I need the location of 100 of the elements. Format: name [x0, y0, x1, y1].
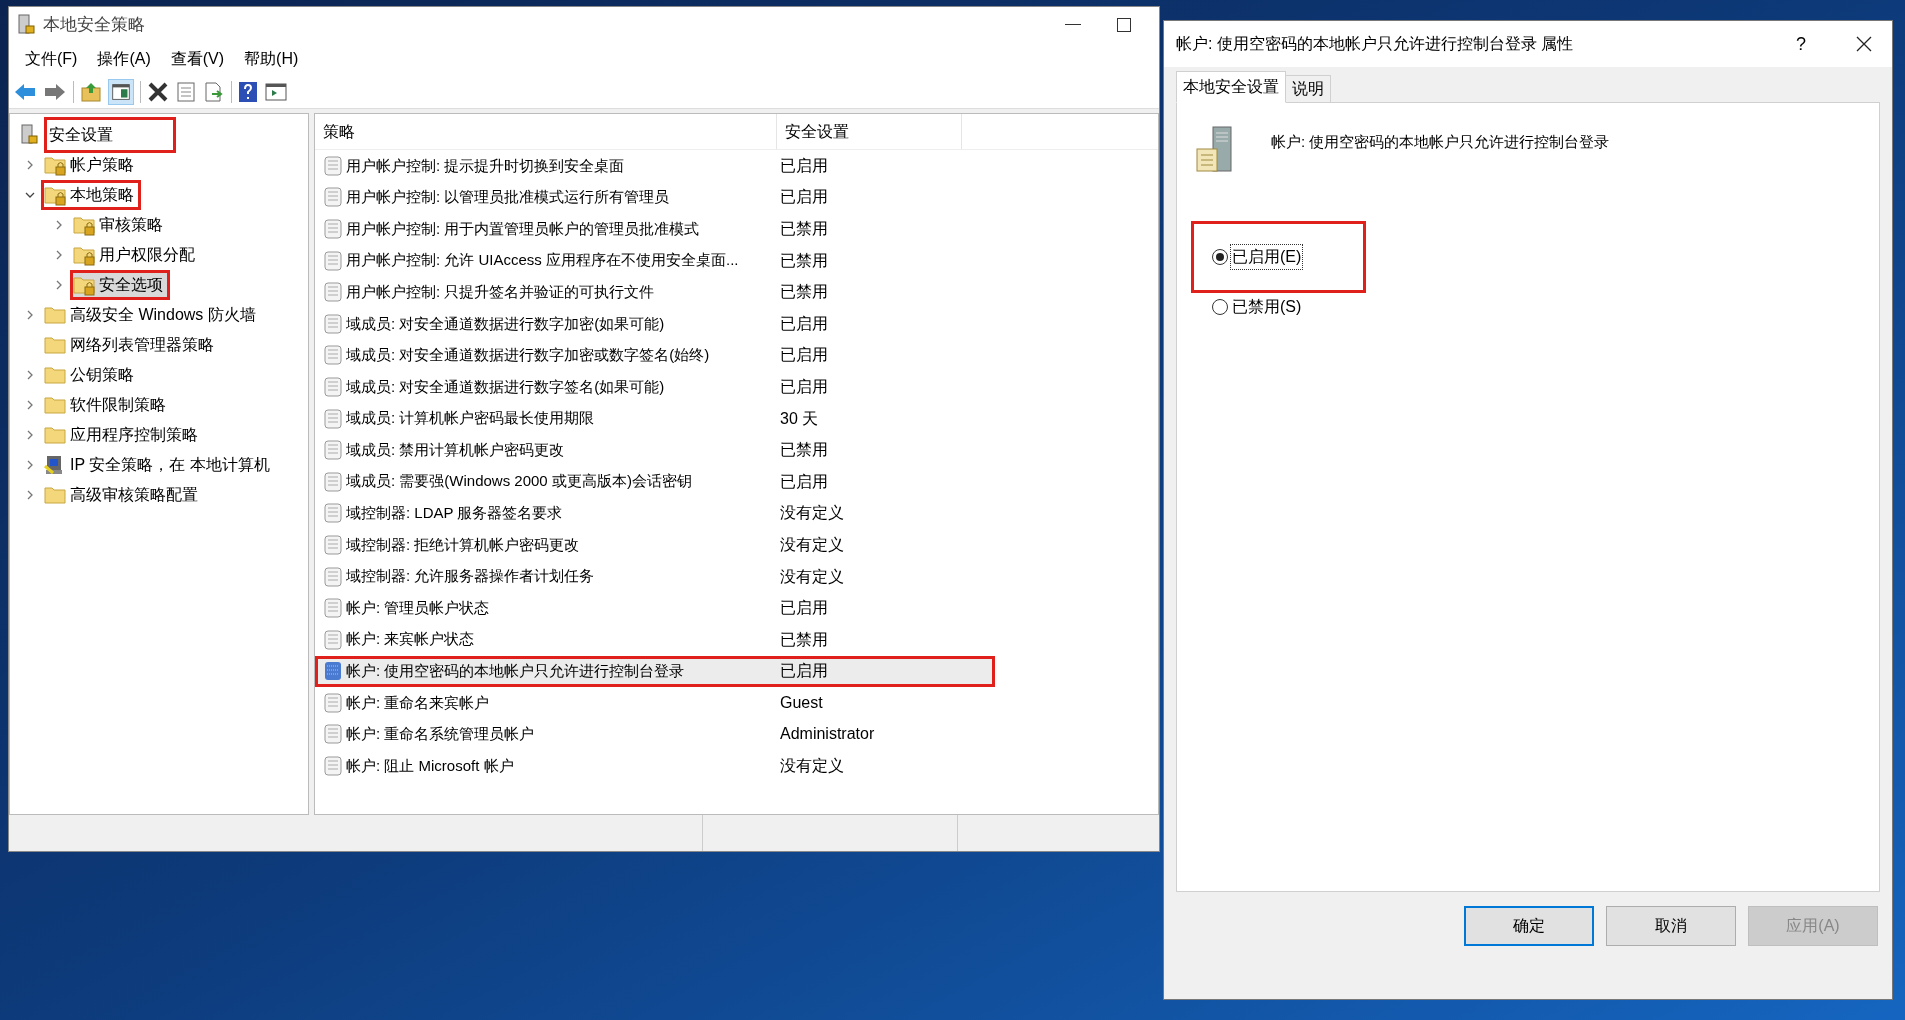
list-row[interactable]: 帐户: 来宾帐户状态 已禁用: [315, 623, 995, 656]
policy-icon: [324, 566, 342, 587]
up-folder-icon[interactable]: [80, 80, 102, 103]
setting-value: 没有定义: [779, 503, 844, 524]
policy-name: 域控制器: LDAP 服务器签名要求: [345, 503, 564, 524]
policy-name: 帐户: 来宾帐户状态: [345, 629, 476, 650]
tree-item[interactable]: 软件限制策略: [41, 390, 173, 420]
policy-icon: [324, 376, 342, 397]
list-row[interactable]: 帐户: 使用空密码的本地帐户只允许进行控制台登录 已启用: [315, 655, 995, 688]
tree-item[interactable]: 高级审核策略配置: [41, 480, 205, 510]
radio-button[interactable]: [1212, 249, 1228, 265]
setting-value: 已禁用: [779, 282, 828, 303]
radio-button[interactable]: [1212, 299, 1228, 315]
policy-icon: [324, 440, 342, 461]
policy-icon: [324, 313, 342, 334]
dialog-button[interactable]: 确定: [1464, 906, 1594, 946]
folder-lock-icon: [73, 214, 95, 236]
setting-value: 已启用: [779, 598, 828, 619]
list-row[interactable]: 域控制器: 拒绝计算机帐户密码更改 没有定义: [315, 529, 995, 561]
policy-name: 帐户: 重命名来宾帐户: [345, 692, 491, 713]
policy-icon: [324, 661, 342, 682]
policy-icon: [324, 155, 342, 176]
list-row[interactable]: 域成员: 对安全通道数据进行数字签名(如果可能) 已启用: [315, 371, 995, 403]
setting-value: 已启用: [779, 661, 828, 682]
setting-value: 已启用: [779, 376, 828, 397]
column-header[interactable]: 安全设置: [777, 114, 962, 149]
policy-name: 用户帐户控制: 提示提升时切换到安全桌面: [345, 155, 626, 176]
tree-item[interactable]: 应用程序控制策略: [41, 420, 205, 450]
tree-item[interactable]: 公钥策略: [41, 360, 141, 390]
setting-value: 已启用: [779, 471, 828, 492]
policy-icon: [324, 534, 342, 555]
list-row[interactable]: 域成员: 对安全通道数据进行数字加密或数字签名(始终) 已启用: [315, 339, 995, 372]
menu-item[interactable]: 操作(A): [89, 45, 159, 73]
action-pane-icon[interactable]: [264, 80, 288, 103]
list-row[interactable]: 用户帐户控制: 只提升签名并验证的可执行文件 已禁用: [315, 276, 995, 308]
list-row[interactable]: 帐户: 阻止 Microsoft 帐户 没有定义: [315, 750, 995, 782]
policy-name: 域成员: 计算机帐户密码最长使用期限: [345, 408, 596, 429]
list-row[interactable]: 域控制器: 允许服务器操作者计划任务 没有定义: [315, 560, 995, 593]
list-row[interactable]: 帐户: 管理员帐户状态 已启用: [315, 592, 995, 624]
tree-item[interactable]: 帐户策略: [41, 150, 141, 180]
list-row[interactable]: 域成员: 计算机帐户密码最长使用期限 30 天: [315, 402, 995, 435]
setting-value: 已启用: [779, 313, 828, 334]
policy-icon: [324, 345, 342, 366]
list-row[interactable]: 域控制器: LDAP 服务器签名要求 没有定义: [315, 497, 995, 530]
folder-icon: [44, 394, 66, 416]
maximize-icon[interactable]: [1117, 18, 1131, 32]
dialog-button[interactable]: 取消: [1606, 906, 1736, 946]
list-row[interactable]: 帐户: 重命名系统管理员帐户 Administrator: [315, 718, 995, 751]
setting-value: 已禁用: [779, 629, 828, 650]
list-row[interactable]: 用户帐户控制: 以管理员批准模式运行所有管理员 已启用: [315, 181, 995, 214]
tree-item[interactable]: 安全设置: [44, 117, 176, 153]
policy-name: 帐户: 使用空密码的本地帐户只允许进行控制台登录: [1271, 132, 1610, 152]
dialog-title: 帐户: 使用空密码的本地帐户只允许进行控制台登录 属性: [1176, 34, 1574, 54]
list-row[interactable]: 域成员: 禁用计算机帐户密码更改 已禁用: [315, 434, 995, 466]
folder-icon: [44, 484, 66, 506]
tab[interactable]: 本地安全设置: [1176, 71, 1286, 103]
help-button[interactable]: ?: [1796, 30, 1806, 58]
folder-icon: [44, 304, 66, 326]
list-row[interactable]: 帐户: 重命名来宾帐户 Guest: [315, 687, 995, 719]
policy-icon: [324, 724, 342, 745]
policy-icon: [324, 282, 342, 303]
minimize-icon[interactable]: [1065, 24, 1081, 26]
tree-item[interactable]: 高级安全 Windows 防火墙: [41, 300, 263, 330]
tree-item[interactable]: 审核策略: [70, 210, 170, 240]
close-icon[interactable]: [1856, 36, 1872, 52]
tree-item[interactable]: 网络列表管理器策略: [41, 330, 221, 360]
tree-item[interactable]: 安全选项: [70, 270, 170, 300]
tree-item[interactable]: IP 安全策略，在 本地计算机: [41, 450, 277, 480]
menu-item[interactable]: 查看(V): [162, 45, 233, 73]
policy-icon: [324, 692, 342, 713]
policy-icon: [324, 471, 342, 492]
list-row[interactable]: 用户帐户控制: 允许 UIAccess 应用程序在不使用安全桌面... 已禁用: [315, 244, 995, 277]
help-icon[interactable]: [238, 80, 258, 103]
policy-name: 帐户: 重命名系统管理员帐户: [345, 724, 536, 745]
tree-item[interactable]: 本地策略: [41, 180, 141, 210]
policy-icon: [324, 503, 342, 524]
list-row[interactable]: 域成员: 需要强(Windows 2000 或更高版本)会话密钥 已启用: [315, 465, 995, 498]
tab[interactable]: 说明: [1286, 75, 1331, 103]
policy-icon: [324, 756, 342, 777]
menu-item[interactable]: 帮助(H): [236, 45, 307, 73]
tree-item[interactable]: 用户权限分配: [70, 240, 202, 270]
setting-value: 已启用: [779, 345, 828, 366]
policy-name: 用户帐户控制: 用于内置管理员帐户的管理员批准模式: [345, 218, 701, 239]
folder-icon: [44, 424, 66, 446]
tree-pane-icon[interactable]: [108, 78, 134, 105]
delete-icon[interactable]: [147, 80, 169, 103]
setting-value: 没有定义: [779, 756, 844, 777]
radio-option[interactable]: 已启用(E): [1191, 221, 1367, 293]
list-row[interactable]: 域成员: 对安全通道数据进行数字加密(如果可能) 已启用: [315, 307, 995, 340]
setting-value: 已禁用: [779, 219, 828, 239]
server-lock-icon: [20, 124, 38, 146]
policy-name: 用户帐户控制: 允许 UIAccess 应用程序在不使用安全桌面...: [345, 250, 740, 271]
column-header[interactable]: 策略: [315, 114, 777, 149]
folder-icon: [44, 364, 66, 386]
policy-icon: [324, 250, 342, 271]
list-row[interactable]: 用户帐户控制: 用于内置管理员帐户的管理员批准模式 已禁用: [315, 213, 995, 245]
menu-item[interactable]: 文件(F): [17, 45, 86, 73]
policy-name: 域成员: 对安全通道数据进行数字加密或数字签名(始终): [345, 345, 711, 366]
list-row[interactable]: 用户帐户控制: 提示提升时切换到安全桌面 已启用: [315, 150, 995, 182]
export-list-icon[interactable]: [203, 80, 225, 103]
